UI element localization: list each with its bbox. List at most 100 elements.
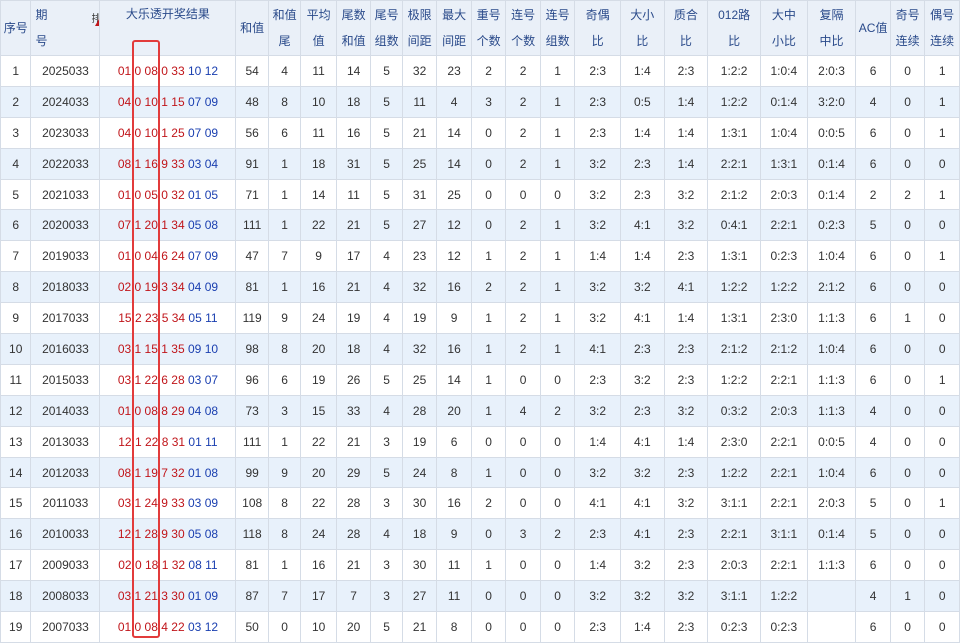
blue-ball: 08 [204,403,219,418]
row-cell-bs: 1:4 [619,611,665,643]
row-cell-oc: 0 [889,116,926,149]
row-cell-bm: 0:2:3 [760,611,808,643]
blue-ball: 09 [204,280,219,295]
row-cell-ec: 0 [924,518,960,551]
row-index: 9 [0,302,32,335]
red-ball: 29 [171,403,185,418]
row-period: 2011033 [30,487,101,520]
row-cell-cn: 2 [505,55,541,87]
row-cell-cg: 1 [539,85,576,118]
row-cell-bs: 4:1 [619,425,665,458]
red-ball: 28 [171,372,185,387]
red-ball: 2 [134,311,142,326]
row-cell-oe: 3:2 [574,394,621,427]
red-ball: 1 [134,218,142,233]
row-cell-st: 9 [267,302,302,335]
row-cell-rd: 1:3:1 [707,116,761,149]
row-cell-pc: 2:3 [663,518,709,551]
row-cell-rd: 2:1:2 [707,178,761,211]
row-cell-ac: 4 [855,394,891,427]
col-period[interactable]: 期 号 排序 [30,0,101,56]
row-cell-sp: 25 [401,147,438,180]
row-cell-s: 56 [235,116,269,149]
row-cell-bs: 2:3 [619,178,665,211]
red-ball: 30 [171,527,185,542]
row-cell-ec: 1 [924,363,960,396]
blue-ball: 03 [187,156,202,171]
row-cell-ac: 5 [855,518,891,551]
red-ball: 33 [171,496,185,511]
row-cell-oc: 0 [889,425,926,458]
row-cell-oc: 1 [889,580,926,613]
row-result: 04 0 10 1 15 07 09 [99,85,237,118]
row-cell-sp: 18 [401,518,438,551]
row-cell-pc: 2:3 [663,240,709,273]
row-result: 03 1 24 9 33 03 09 [99,487,237,520]
col-big-mid-small: 大中 小比 [760,0,808,56]
red-ball: 1 [134,372,142,387]
red-ball: 33 [171,156,185,171]
row-cell-st: 8 [267,518,302,551]
table-row: 11 2015033 03 1 22 6 28 03 07 96 6 19 26 5 25 14 1… [0,363,960,396]
red-ball: 01 [117,619,132,634]
row-cell-rh: 1:1:3 [806,394,857,427]
row-cell-mg: 16 [436,271,472,304]
red-ball: 03 [117,372,132,387]
row-cell-a: 11 [300,116,337,149]
row-cell-rd: 2:0:3 [707,549,761,582]
red-ball: 02 [117,280,132,295]
red-ball: 31 [171,434,186,449]
row-cell-oc: 0 [889,333,926,365]
blue-ball: 03 [187,372,202,387]
red-ball: 15 [118,311,132,326]
row-cell-cg: 0 [539,363,576,396]
blue-ball: 04 [187,280,202,295]
row-cell-tg: 5 [370,363,403,396]
row-cell-cn: 2 [505,240,541,273]
row-cell-oe: 2:3 [574,85,621,118]
row-cell-ts: 29 [335,456,372,489]
row-result: 08 1 19 7 32 01 08 [99,456,237,489]
row-cell-oe: 3:2 [574,456,621,489]
row-cell-tg: 4 [370,240,403,273]
row-cell-a: 18 [300,147,337,180]
row-index: 14 [0,456,32,489]
row-period: 2016033 [30,333,101,365]
row-cell-oe: 3:2 [574,271,621,304]
red-ball: 04 [117,94,132,109]
blue-ball: 10 [204,341,219,356]
row-cell-cn: 0 [505,178,541,211]
row-cell-oe: 1:4 [574,240,621,273]
row-cell-bm: 2:2:1 [760,456,808,489]
row-cell-s: 111 [235,209,269,242]
row-cell-rp: 0 [470,518,507,551]
row-cell-pc: 2:3 [663,363,709,396]
row-cell-mg: 12 [436,240,472,273]
red-ball: 08 [144,619,158,634]
blue-ball: 05 [204,187,219,202]
row-cell-oe: 4:1 [574,487,621,520]
row-cell-sp: 31 [401,178,438,211]
row-cell-oc: 1 [889,302,926,335]
red-ball: 0 [134,403,142,418]
row-cell-ec: 1 [924,240,960,273]
row-cell-ts: 28 [335,518,372,551]
row-cell-ac: 6 [855,271,891,304]
blue-ball: 09 [204,125,219,140]
row-cell-pc: 3:2 [663,487,709,520]
row-cell-ac: 5 [855,209,891,242]
row-cell-ac: 6 [855,116,891,149]
row-cell-tg: 3 [370,487,403,520]
row-cell-bs: 3:2 [619,363,665,396]
row-cell-cg: 1 [539,271,576,304]
row-cell-cg: 0 [539,549,576,582]
row-cell-bs: 0:5 [619,85,665,118]
row-cell-bm: 1:2:2 [760,580,808,613]
row-cell-tg: 4 [370,333,403,365]
red-ball: 20 [144,218,158,233]
col-span: 极限 间距 [401,0,438,56]
red-ball: 01 [117,63,132,78]
row-cell-cn: 4 [505,394,541,427]
sort-arrow-icon[interactable] [95,19,99,26]
col-max-gap: 最大 间距 [436,0,472,56]
